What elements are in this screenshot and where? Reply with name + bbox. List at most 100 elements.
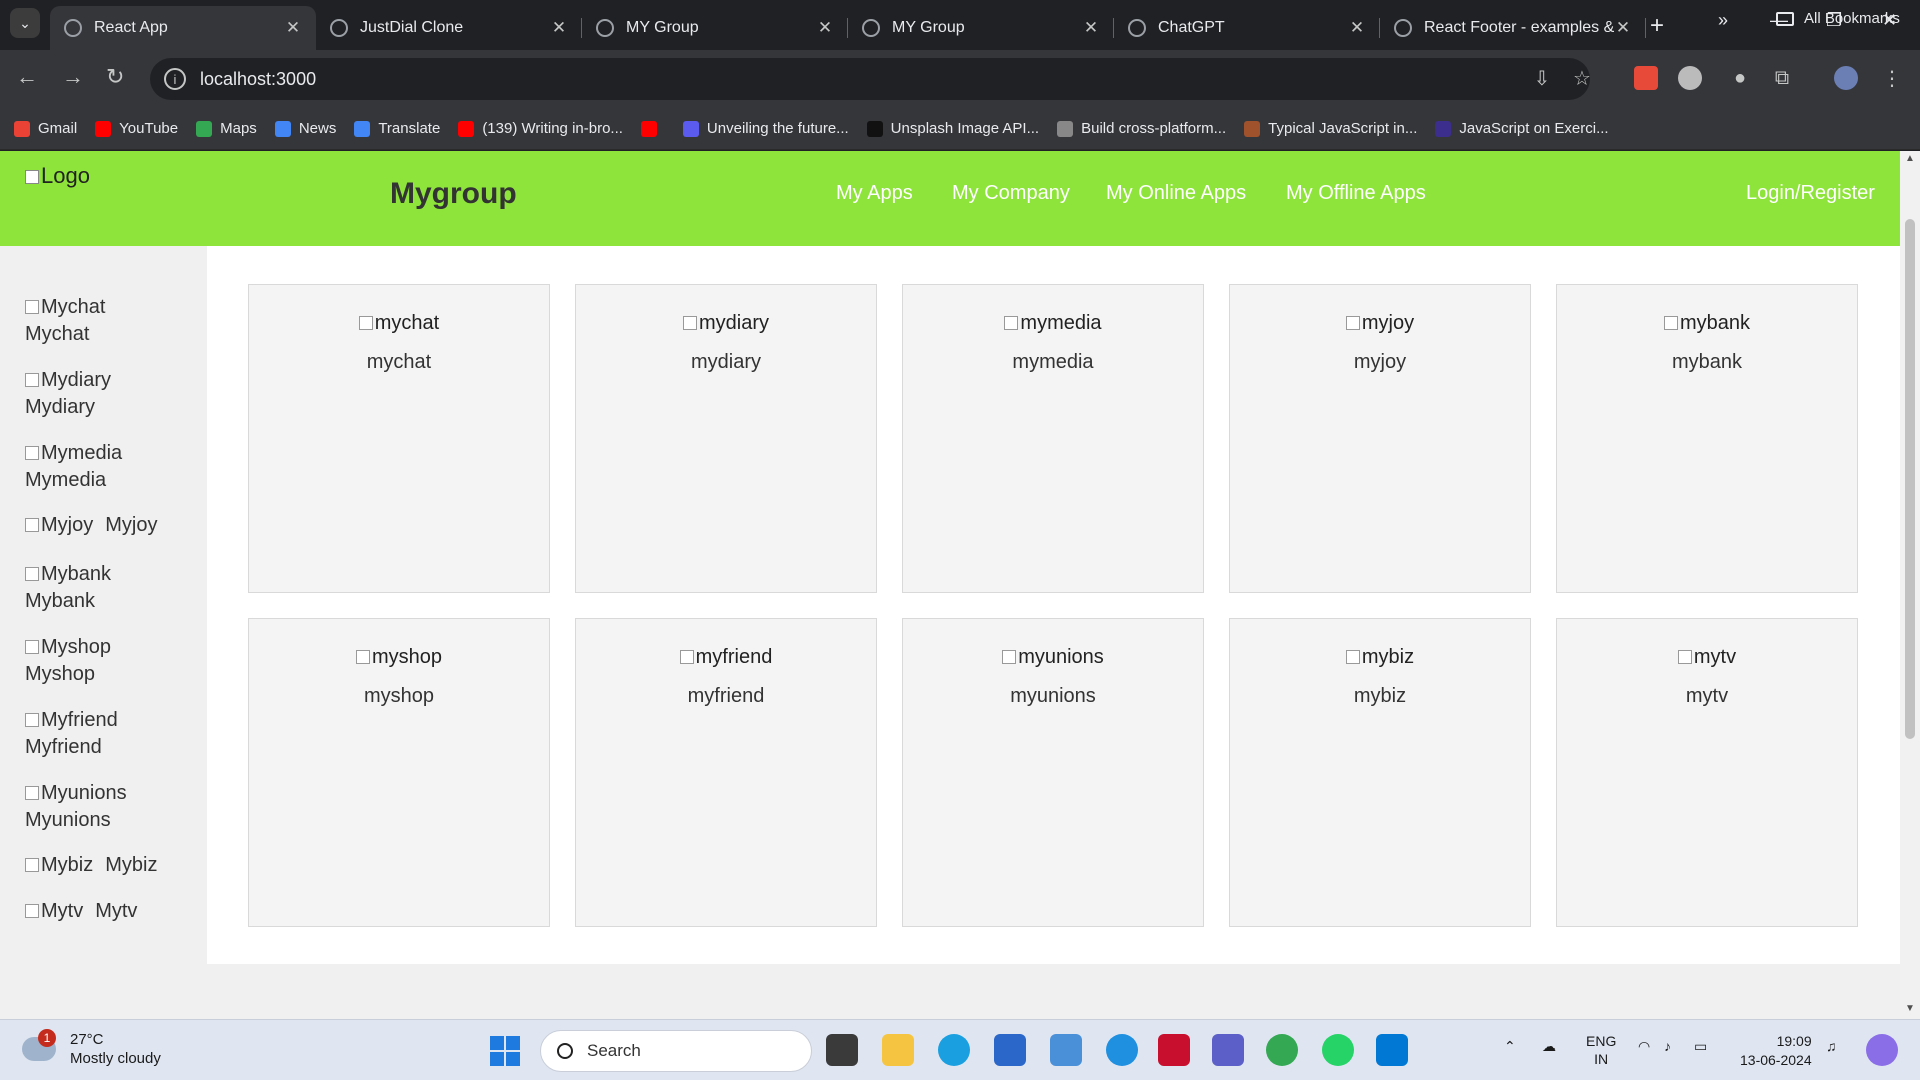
extensions-puzzle-icon[interactable]: ⧉ [1770,66,1794,90]
site-info-icon[interactable]: i [164,68,186,90]
bookmark-item[interactable]: Maps [196,120,257,137]
scroll-down-arrow[interactable]: ▼ [1905,1003,1915,1014]
profile-avatar[interactable] [1834,66,1858,90]
back-icon[interactable]: ← [16,64,38,90]
app-card-mymedia[interactable]: mymedia mymedia [902,284,1204,593]
app-card-mybiz[interactable]: mybiz mybiz [1229,618,1531,927]
weather-widget[interactable]: 1 27°C Mostly cloudy [22,1029,161,1068]
logo-image[interactable]: Logo [25,163,90,189]
close-tab-icon[interactable]: ✕ [1348,18,1366,38]
bookmark-item[interactable]: Translate [354,120,440,137]
app-card-myfriend[interactable]: myfriend myfriend [575,618,877,927]
close-tab-icon[interactable]: ✕ [1082,18,1100,38]
bookmark-item[interactable]: (139) Writing in-bro... [458,120,623,137]
more-bookmarks-icon[interactable]: » [1718,10,1728,31]
bookmark-item[interactable]: Build cross-platform... [1057,120,1226,137]
browser-toolbar: ← → ↻ i localhost:3000 ⇩ ☆ ● ⧉ ⋮ [0,50,1920,108]
app-card-mytv[interactable]: mytv mytv [1556,618,1858,927]
hp-app-icon[interactable] [1050,1034,1082,1066]
task-view-icon[interactable] [826,1034,858,1066]
sidebar-alt-text: Myjoy [41,514,94,536]
new-tab-button[interactable]: + [1650,12,1664,40]
bookmark-item[interactable]: YouTube [95,120,178,137]
extension-dark-icon[interactable]: ● [1728,66,1752,90]
vscode-icon[interactable] [1376,1034,1408,1066]
sidebar-item-mychat[interactable]: Mychat Mychat [25,294,195,348]
sidebar-item-mytv[interactable]: Mytv Mytv [25,898,195,925]
sidebar-item-myshop[interactable]: Myshop Myshop [25,634,195,688]
app-card-myunions[interactable]: myunions myunions [902,618,1204,927]
app-card-myjoy[interactable]: myjoy myjoy [1229,284,1531,593]
bookmark-item[interactable]: Gmail [14,120,77,137]
install-app-icon[interactable]: ⇩ [1530,66,1554,90]
app-card-mydiary[interactable]: mydiary mydiary [575,284,877,593]
extension-face-icon[interactable] [1678,66,1702,90]
bookmark-item[interactable]: News [274,120,336,137]
whatsapp-icon[interactable] [1322,1034,1354,1066]
browser-tab[interactable]: MY Group ✕ [582,6,848,50]
bookmark-item[interactable]: Unsplash Image API... [866,120,1039,137]
browser-tab[interactable]: MY Group ✕ [848,6,1114,50]
battery-icon[interactable]: ▭ [1694,1038,1707,1055]
nav-my-apps[interactable]: My Apps [836,182,913,205]
app-card-image: mydiary [576,311,876,335]
login-register-link[interactable]: Login/Register [1746,182,1875,205]
scrollbar-thumb[interactable] [1905,219,1915,739]
onedrive-icon[interactable]: ☁ [1542,1038,1556,1055]
reload-icon[interactable]: ↻ [106,64,124,90]
tray-chevron-icon[interactable]: ⌃ [1504,1038,1516,1055]
close-tab-icon[interactable]: ✕ [1614,18,1632,38]
app-card-mychat[interactable]: mychat mychat [248,284,550,593]
browser-tab[interactable]: React App ✕ [50,6,316,50]
extension-icon[interactable] [1634,66,1658,90]
teams-icon[interactable] [1212,1034,1244,1066]
volume-icon[interactable]: ♪ [1664,1038,1671,1054]
copilot-icon[interactable] [1866,1034,1898,1066]
notification-bell-icon[interactable]: ♫ [1826,1038,1837,1054]
app-card-image: myunions [903,645,1203,669]
scroll-up-arrow[interactable]: ▲ [1905,153,1915,164]
sidebar-item-mymedia[interactable]: Mymedia Mymedia [25,440,195,494]
start-button[interactable] [490,1036,520,1066]
taskbar-search[interactable]: Search [540,1030,812,1072]
mcafee-icon[interactable] [1158,1034,1190,1066]
address-bar[interactable]: i localhost:3000 [150,58,1590,100]
browser-tab[interactable]: ChatGPT ✕ [1114,6,1380,50]
store-icon[interactable] [994,1034,1026,1066]
nav-my-offline-apps[interactable]: My Offline Apps [1286,182,1426,205]
bookmark-item[interactable]: Typical JavaScript in... [1244,120,1417,137]
chrome-icon[interactable] [1266,1034,1298,1066]
close-tab-icon[interactable]: ✕ [816,18,834,38]
app-card-image: myshop [249,645,549,669]
edge-icon[interactable] [938,1034,970,1066]
bookmark-star-icon[interactable]: ☆ [1570,66,1594,90]
wifi-icon[interactable]: ◠ [1638,1038,1650,1055]
app-card-mybank[interactable]: mybank mybank [1556,284,1858,593]
app-card-myshop[interactable]: myshop myshop [248,618,550,927]
sidebar-item-myfriend[interactable]: Myfriend Myfriend [25,707,195,761]
browser-tab[interactable]: JustDial Clone ✕ [316,6,582,50]
sidebar-item-myjoy[interactable]: Myjoy Myjoy [25,512,195,539]
language-region[interactable]: IN [1586,1050,1616,1068]
page-scrollbar[interactable]: ▲ ▼ [1900,151,1920,1019]
language-code[interactable]: ENG [1586,1032,1616,1050]
bookmark-item[interactable]: Unveiling the future... [682,120,849,137]
tab-search-button[interactable]: ⌄ [10,8,40,38]
sidebar-item-mybiz[interactable]: Mybiz Mybiz [25,852,195,879]
file-explorer-icon[interactable] [882,1034,914,1066]
sidebar-item-myunions[interactable]: Myunions Myunions [25,780,195,834]
support-icon[interactable] [1106,1034,1138,1066]
bookmark-item[interactable] [640,120,665,137]
close-tab-icon[interactable]: ✕ [284,18,302,38]
close-tab-icon[interactable]: ✕ [550,18,568,38]
menu-kebab-icon[interactable]: ⋮ [1880,66,1904,90]
forward-icon[interactable]: → [62,64,84,90]
all-bookmarks-button[interactable]: All Bookmarks [1776,10,1900,27]
sidebar-item-mydiary[interactable]: Mydiary Mydiary [25,367,195,421]
nav-my-company[interactable]: My Company [952,182,1070,205]
bookmark-item[interactable]: JavaScript on Exerci... [1435,120,1609,137]
browser-tab[interactable]: React Footer - examples & ✕ [1380,6,1646,50]
nav-my-online-apps[interactable]: My Online Apps [1106,182,1246,205]
taskbar-clock[interactable]: 19:09 13-06-2024 [1740,1032,1812,1070]
sidebar-item-mybank[interactable]: Mybank Mybank [25,561,195,615]
